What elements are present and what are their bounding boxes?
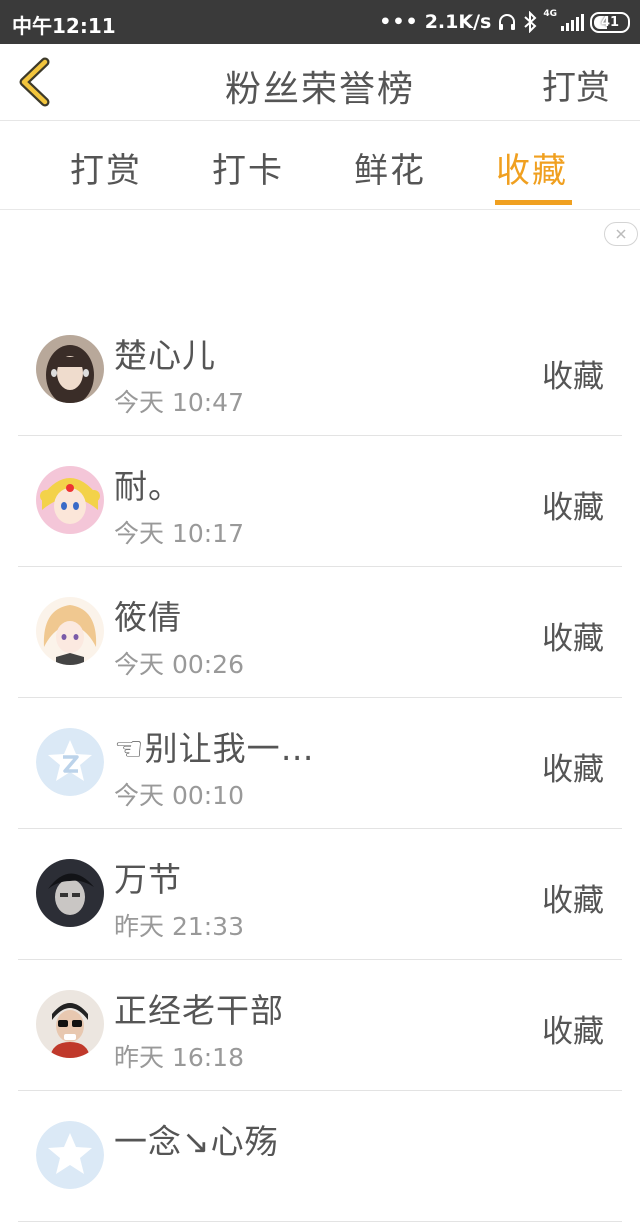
- bluetooth-icon: [523, 11, 537, 33]
- fan-action-label: 收藏: [542, 621, 604, 657]
- tab-checkin[interactable]: 打卡: [212, 143, 284, 192]
- fan-action-label: 收藏: [542, 359, 604, 395]
- tab-reward[interactable]: 打赏: [70, 143, 142, 192]
- fan-time: 今天 00:26: [114, 650, 244, 679]
- avatar: [36, 990, 104, 1058]
- avatar: [36, 728, 104, 796]
- status-time: 中午12:11: [12, 14, 116, 38]
- avatar: [36, 1121, 104, 1189]
- fan-name: 耐。: [114, 467, 182, 506]
- network-type: 4G: [543, 9, 557, 19]
- fan-name: 筱倩: [114, 598, 182, 637]
- active-tab-indicator: [495, 200, 572, 205]
- list-item[interactable]: 正经老干部 昨天 16:18 收藏: [18, 960, 622, 1091]
- list-item[interactable]: 筱倩 今天 00:26 收藏: [18, 567, 622, 698]
- avatar: [36, 335, 104, 403]
- status-indicators: ••• 2.1K/s 4G 41: [379, 8, 630, 36]
- avatar: [36, 859, 104, 927]
- list-item[interactable]: 耐。 今天 10:17 收藏: [18, 436, 622, 567]
- fan-time: 昨天 21:33: [114, 912, 244, 941]
- more-dots-icon: •••: [379, 11, 419, 33]
- fan-name: 万节: [114, 860, 182, 899]
- fan-time: 今天 00:10: [114, 781, 244, 810]
- list-item[interactable]: ☜别让我一… 今天 00:10 收藏: [18, 698, 622, 829]
- signal-icon: [561, 13, 584, 31]
- avatar: [36, 597, 104, 665]
- fan-time: 今天 10:17: [114, 519, 244, 548]
- fan-action-label: 收藏: [542, 1014, 604, 1050]
- avatar: [36, 466, 104, 534]
- headphones-icon: [497, 12, 517, 32]
- tab-bar: 打赏 打卡 鲜花 收藏: [0, 121, 640, 210]
- fan-time: 今天 10:47: [114, 388, 244, 417]
- list-item[interactable]: 万节 昨天 21:33 收藏: [18, 829, 622, 960]
- header-bar: 粉丝荣誉榜 打赏: [0, 44, 640, 121]
- ad-close-button[interactable]: [604, 222, 638, 246]
- close-icon: [616, 229, 626, 239]
- fan-ranking-list: 楚心儿 今天 10:47 收藏 耐。 今天 10:17 收藏 筱倩 今天 00:…: [0, 305, 640, 1222]
- fan-name: 一念↘心殇: [114, 1122, 279, 1161]
- network-speed: 2.1K/s: [424, 11, 492, 33]
- fan-name: 正经老干部: [114, 991, 284, 1030]
- list-item[interactable]: 一念↘心殇: [18, 1091, 622, 1222]
- fan-action-label: 收藏: [542, 490, 604, 526]
- fan-name: 楚心儿: [114, 336, 216, 375]
- tab-favorites[interactable]: 收藏: [496, 143, 568, 192]
- fan-action-label: 收藏: [542, 883, 604, 919]
- default-avatar-icon: [36, 728, 104, 796]
- fan-action-label: 收藏: [542, 752, 604, 788]
- fan-name: ☜别让我一…: [114, 729, 315, 768]
- reward-button[interactable]: 打赏: [542, 60, 610, 109]
- battery-icon: 41: [590, 11, 630, 33]
- default-avatar-icon: [36, 1121, 104, 1189]
- battery-level: 41: [600, 14, 620, 30]
- fan-time: 昨天 16:18: [114, 1043, 244, 1072]
- list-item[interactable]: 楚心儿 今天 10:47 收藏: [18, 305, 622, 436]
- tab-flowers[interactable]: 鲜花: [354, 143, 426, 192]
- status-bar: 中午12:11 ••• 2.1K/s 4G 41: [0, 0, 640, 44]
